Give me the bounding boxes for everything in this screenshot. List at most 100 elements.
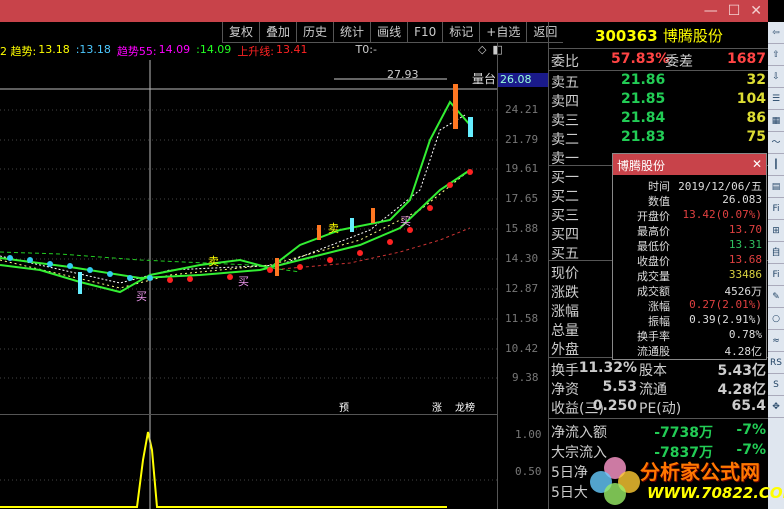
close-icon[interactable]: ✕ — [750, 3, 762, 19]
history-button[interactable]: 历史 — [296, 22, 333, 43]
popup-row: 时间 2019/12/06/五 — [648, 180, 762, 193]
popup-row: 收盘价 13.68 — [637, 253, 762, 268]
candle-icon[interactable]: ┃ — [768, 154, 784, 176]
diamond-icon[interactable]: ◇ — [478, 43, 486, 60]
watermark-logo: 分析家公式网 WWW.70822.COM — [585, 450, 784, 508]
ask-row: 卖三 21.84 86 — [551, 110, 766, 129]
circle-icon[interactable]: ○ — [768, 308, 784, 330]
buy-signal: 买 — [238, 275, 249, 288]
data-popup: 博腾股份 ✕ 时间 2019/12/06/五 数值 26.083 开盘价 13.42(0.0… — [612, 153, 767, 360]
legend-value: :14.09 — [196, 43, 232, 56]
popup-row: 最低价 13.31 — [637, 238, 762, 253]
move-icon[interactable]: ✥ — [768, 396, 784, 418]
f10-icon[interactable]: Fi — [768, 198, 784, 220]
minimize-icon[interactable]: — — [704, 3, 718, 19]
ask-row: 卖五 21.86 32 — [551, 72, 766, 91]
flow-row: 净流入额 -7738万 -7% — [551, 422, 766, 441]
line-chart-icon[interactable]: 〜 — [768, 132, 784, 154]
y-tick: 0.50 — [515, 465, 542, 478]
candle — [453, 84, 458, 129]
wave-icon[interactable]: ≈ — [768, 330, 784, 352]
stat-row: 换手 11.32% 股本 5.43亿 — [551, 360, 766, 379]
popup-title: 博腾股份 — [617, 159, 666, 173]
candle — [317, 225, 321, 240]
f-icon[interactable]: Fi — [768, 264, 784, 286]
legend-label: 上升线: — [237, 45, 275, 58]
candle — [468, 117, 473, 137]
window-controls: — ☐ ✕ — [690, 0, 768, 22]
kline-chart[interactable]: 27.93 量台 买 买 买 卖 卖 预 涨 龙榜 — [0, 60, 548, 415]
draw-button[interactable]: 画线 — [370, 22, 407, 43]
toolbar: 复权 叠加 历史 统计 画线 F10 标记 +自选 返回 — [222, 22, 564, 43]
table-icon[interactable]: ▤ — [768, 176, 784, 198]
y-tick: 12.87 — [505, 282, 539, 295]
popup-row: 成交额 4526万 — [637, 285, 762, 298]
rss-icon[interactable]: RS — [768, 352, 784, 374]
y-tick: 1.00 — [515, 428, 542, 441]
axis-divider — [497, 43, 498, 509]
stats-button[interactable]: 统计 — [333, 22, 370, 43]
sell-signal: 卖 — [328, 222, 339, 235]
candle — [78, 272, 82, 294]
y-tick: 24.21 — [505, 103, 539, 116]
y-tick: 11.58 — [505, 312, 539, 325]
up-arrow-icon[interactable]: ⇧ — [768, 44, 784, 66]
y-tick: 19.61 — [505, 162, 539, 175]
grid-icon[interactable]: ▦ — [768, 110, 784, 132]
popup-header: 博腾股份 ✕ — [613, 154, 766, 175]
candle — [371, 208, 375, 223]
candle — [350, 218, 354, 232]
y-tick: 14.30 — [505, 252, 539, 265]
weibi-row: 委比 57.83% 委差 1687 — [551, 51, 766, 70]
title-bar — [0, 0, 768, 22]
down-arrow-icon[interactable]: ⇩ — [768, 66, 784, 88]
legend-value: 13.41 — [276, 43, 308, 56]
add-watchlist-button[interactable]: +自选 — [479, 22, 526, 43]
current-price-label: 26.08 — [498, 73, 548, 87]
maximize-icon[interactable]: ☐ — [728, 3, 741, 19]
sell-signal: 卖 — [208, 255, 219, 268]
popup-row: 振幅 0.39(2.91%) — [648, 313, 762, 328]
candle — [275, 258, 279, 276]
legend-value: 14.09 — [158, 43, 191, 56]
popup-row: 成交量 33486 — [637, 268, 762, 283]
t0-readout: T0:- — [355, 43, 377, 56]
mark-button[interactable]: 标记 — [442, 22, 479, 43]
yu-tag: 预 — [339, 402, 349, 414]
favorite-icon[interactable]: 自 — [768, 242, 784, 264]
ask-row: 卖四 21.85 104 — [551, 91, 766, 110]
longhu-tag: 龙榜 — [455, 401, 475, 414]
s-icon[interactable]: S — [768, 374, 784, 396]
legend-label: 趋势55: — [116, 45, 157, 58]
buy-signal: 买 — [400, 215, 411, 228]
y-tick: 17.65 — [505, 192, 539, 205]
popup-row: 开盘价 13.42(0.07%) — [637, 208, 762, 223]
side-toolbar: ⇦ ⇧ ⇩ ☰ ▦ 〜 ┃ ▤ Fi ⊞ 自 Fi ✎ ○ ≈ RS S ✥ — [768, 22, 784, 509]
zhang-tag: 涨 — [432, 402, 442, 414]
tree-icon[interactable]: ⊞ — [768, 220, 784, 242]
legend-label: 2 趋势: — [0, 45, 37, 58]
f10-button[interactable]: F10 — [407, 22, 442, 43]
stroke-icon[interactable]: ✎ — [768, 286, 784, 308]
popup-row: 最高价 13.70 — [637, 223, 762, 238]
high-price-label: 27.93 — [387, 68, 419, 81]
indicator-chart[interactable] — [0, 415, 497, 509]
stat-row: 净资 5.53 流通 4.28亿 — [551, 379, 766, 398]
y-tick: 15.88 — [505, 222, 539, 235]
y-tick: 9.38 — [512, 371, 539, 384]
popup-row: 数值 26.083 — [648, 193, 762, 208]
list-icon[interactable]: ☰ — [768, 88, 784, 110]
legend-value: 13.18 — [38, 43, 70, 56]
y-tick: 10.42 — [505, 342, 539, 355]
legend-value: :13.18 — [75, 43, 111, 56]
stat-row: 收益(三) 0.250 PE(动) 65.4 — [551, 398, 766, 417]
indicator-legend: 2 趋势: 13.18 :13.18 趋势55: 14.09 :14.09 上升线:… — [0, 43, 503, 60]
tai-label: 量台 — [472, 71, 496, 86]
popup-row: 流通股 4.28亿 — [637, 345, 762, 358]
close-icon[interactable]: ✕ — [752, 157, 762, 171]
ask-row: 卖二 21.83 75 — [551, 129, 766, 148]
overlay-button[interactable]: 叠加 — [259, 22, 296, 43]
left-arrow-icon[interactable]: ⇦ — [768, 22, 784, 44]
fuquan-button[interactable]: 复权 — [222, 22, 259, 43]
popup-row: 换手率 0.78% — [637, 328, 762, 343]
